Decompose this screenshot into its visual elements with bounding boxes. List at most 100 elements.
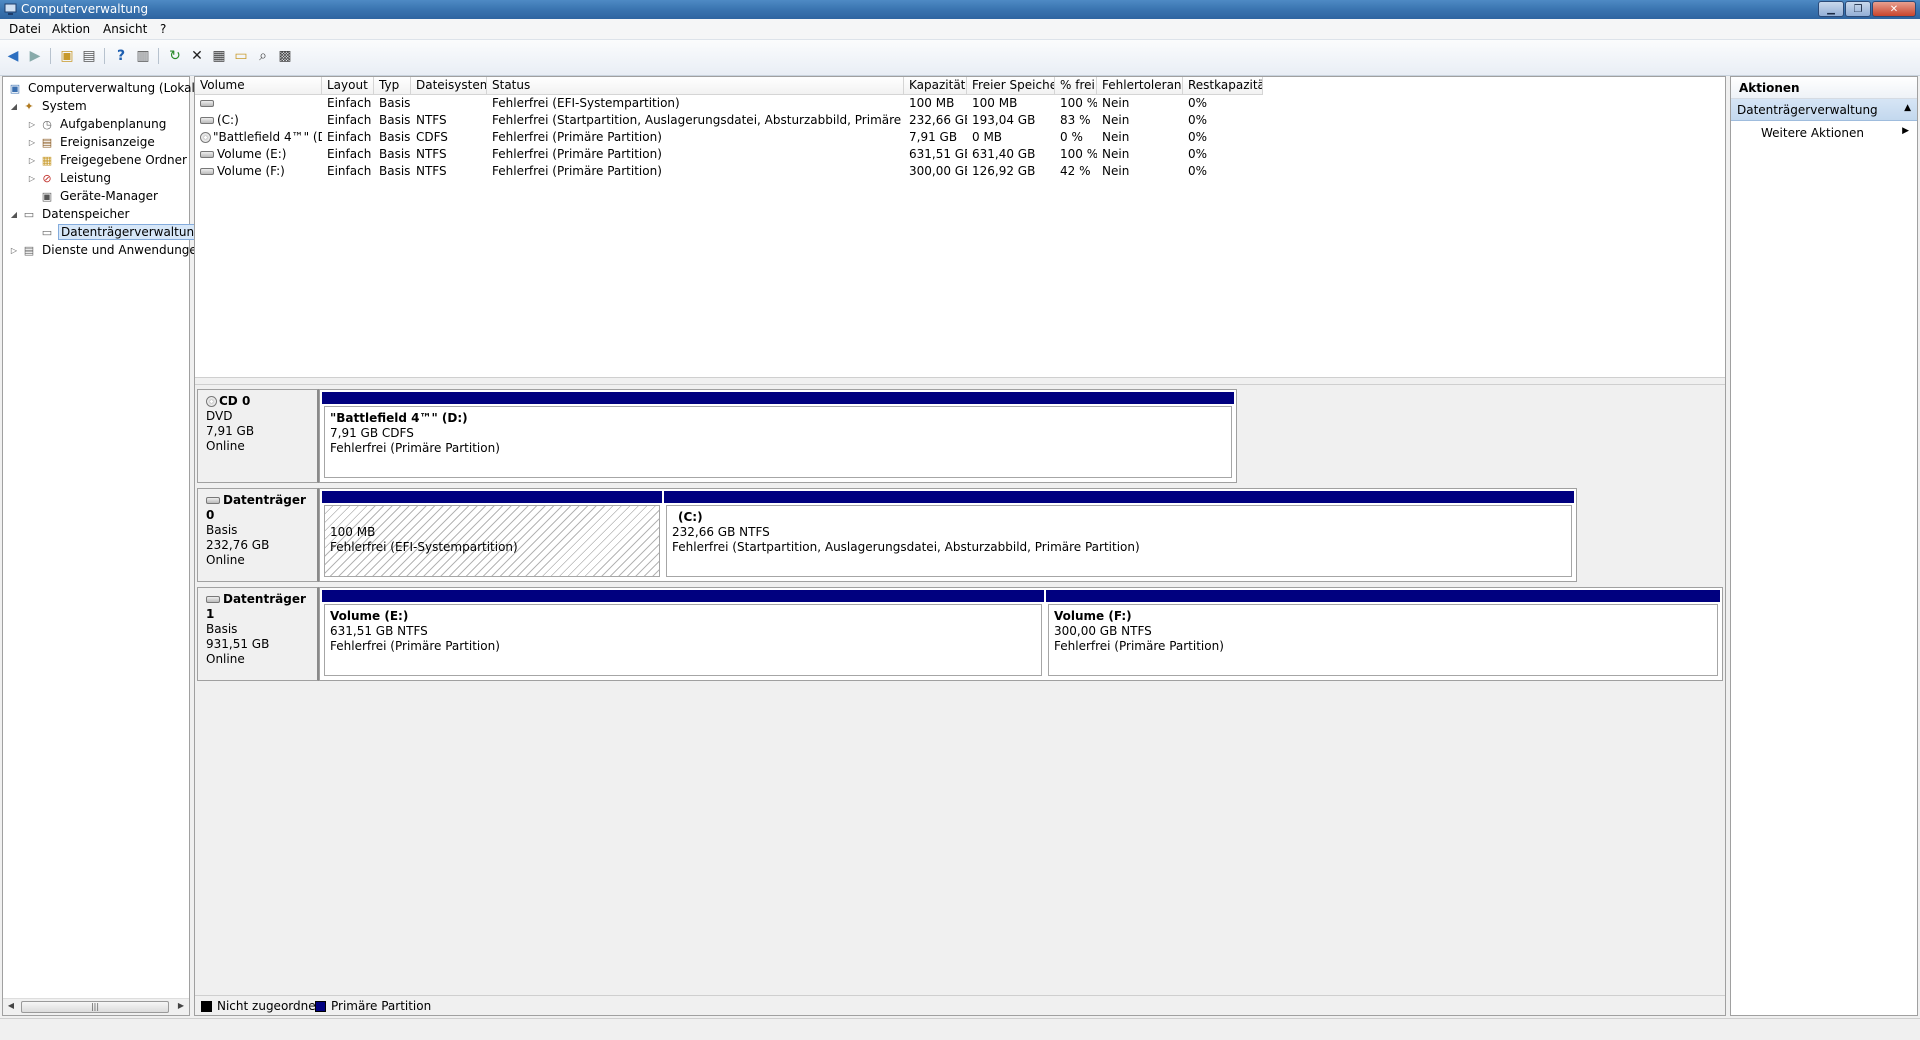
partition-e[interactable]: Volume (E:) 631,51 GB NTFS Fehlerfrei (P… <box>322 590 1044 678</box>
properties-icon[interactable]: ▦ <box>210 47 228 65</box>
column-header-layout[interactable]: Layout <box>322 77 374 95</box>
table-row[interactable]: (C:) Einfach Basis NTFS Fehlerfrei (Star… <box>195 112 1725 129</box>
expand-arrow-icon[interactable]: ▷ <box>27 174 37 183</box>
disk-frame-disk1: Volume (E:) 631,51 GB NTFS Fehlerfrei (P… <box>319 587 1723 681</box>
fehlertoleranz-cell: Nein <box>1102 164 1130 178</box>
column-header-fehlertoleranz[interactable]: Fehlertoleranz <box>1097 77 1183 95</box>
navigation-tree: ▣ Computerverwaltung (Lokal) ◢ ✦ System … <box>2 76 205 1016</box>
scroll-left-icon[interactable]: ◀ <box>5 1001 17 1010</box>
forward-icon[interactable]: ▶ <box>26 47 44 65</box>
submenu-arrow-icon[interactable]: ▶ <box>1902 126 1909 136</box>
scrollbar-thumb[interactable]: ||| <box>21 1001 169 1013</box>
partition-f[interactable]: Volume (F:) 300,00 GB NTFS Fehlerfrei (P… <box>1046 590 1720 678</box>
status-cell: Fehlerfrei (Primäre Partition) <box>492 164 662 178</box>
action-pane-icon[interactable]: ▥ <box>134 47 152 65</box>
disk-label-disk1[interactable]: Datenträger 1 Basis 931,51 GB Online <box>197 587 319 681</box>
expand-arrow-icon[interactable]: ▷ <box>9 246 19 255</box>
collapse-arrow-icon[interactable]: ◢ <box>9 102 19 111</box>
drive-icon <box>200 100 214 107</box>
layout-cell: Einfach <box>327 164 372 178</box>
column-header-volume[interactable]: Volume <box>195 77 322 95</box>
open-folder-icon[interactable]: ▭ <box>232 47 250 65</box>
partition-d[interactable]: "Battlefield 4™" (D:) 7,91 GB CDFS Fehle… <box>322 392 1234 480</box>
column-header-dateisystem[interactable]: Dateisystem <box>411 77 487 95</box>
close-button[interactable]: ✕ <box>1872 1 1916 17</box>
tree-item-freigegebene-ordner[interactable]: ▷ ▦ Freigegebene Ordner <box>27 151 189 169</box>
disk-frame-disk0: 100 MB Fehlerfrei (EFI-Systempartition) … <box>319 488 1577 582</box>
column-header-typ[interactable]: Typ <box>374 77 411 95</box>
partition-body: (C:) 232,66 GB NTFS Fehlerfrei (Startpar… <box>666 505 1572 577</box>
partition-body: "Battlefield 4™" (D:) 7,91 GB CDFS Fehle… <box>324 406 1232 478</box>
menu-aktion[interactable]: Aktion <box>52 22 90 36</box>
table-row[interactable]: Volume (F:) Einfach Basis NTFS Fehlerfre… <box>195 163 1725 180</box>
collapse-up-icon[interactable]: ▲ <box>1904 103 1911 113</box>
column-header-freier-speicher[interactable]: Freier Speicher <box>967 77 1055 95</box>
search-icon[interactable]: ⌕ <box>254 47 272 65</box>
partition-efi[interactable]: 100 MB Fehlerfrei (EFI-Systempartition) <box>322 491 662 579</box>
layout-cell: Einfach <box>327 147 372 161</box>
partition-bar <box>322 491 662 503</box>
column-header-status[interactable]: Status <box>487 77 904 95</box>
partition-bar <box>322 590 1044 602</box>
show-tree-icon[interactable]: ▤ <box>80 47 98 65</box>
kapazitaet-cell: 232,66 GB <box>909 113 967 127</box>
tree-item-datentraegerverwaltung[interactable]: ▭ Datenträgerverwaltung <box>37 223 205 241</box>
expand-arrow-icon[interactable]: ▷ <box>27 120 37 129</box>
table-row[interactable]: Einfach Basis Fehlerfrei (EFI-Systempart… <box>195 95 1725 112</box>
tree-item-dienste-anwendungen[interactable]: ▷ ▤ Dienste und Anwendungen <box>9 241 206 259</box>
tree-item-ereignisanzeige[interactable]: ▷ ▤ Ereignisanzeige <box>27 133 157 151</box>
legend-swatch-unallocated <box>201 1001 212 1012</box>
tree-item-leistung[interactable]: ▷ ⊘ Leistung <box>27 169 113 187</box>
maximize-button[interactable]: ❐ <box>1845 1 1871 17</box>
event-viewer-icon: ▤ <box>41 135 53 149</box>
kapazitaet-cell: 7,91 GB <box>909 130 958 144</box>
back-icon[interactable]: ◀ <box>4 47 22 65</box>
storage-icon: ▭ <box>23 207 35 221</box>
collapse-arrow-icon[interactable]: ◢ <box>9 210 19 219</box>
table-row[interactable]: "Battlefield 4™" (D:) Einfach Basis CDFS… <box>195 129 1725 146</box>
disk-label-disk0[interactable]: Datenträger 0 Basis 232,76 GB Online <box>197 488 319 582</box>
minimize-button[interactable]: ▁ <box>1818 1 1844 17</box>
tree-item-datenspeicher[interactable]: ◢ ▭ Datenspeicher <box>9 205 131 223</box>
restkapazitaet-cell: 0% <box>1188 96 1208 110</box>
partition-c[interactable]: (C:) 232,66 GB NTFS Fehlerfrei (Startpar… <box>664 491 1574 579</box>
cd-drive-icon <box>200 132 211 143</box>
title-bar: Computerverwaltung ▁ ❐ ✕ <box>0 0 1920 19</box>
menu-help[interactable]: ? <box>160 22 166 36</box>
column-header-restkapazitaet[interactable]: Restkapazität <box>1183 77 1263 95</box>
menu-datei[interactable]: Datei <box>9 22 41 36</box>
table-row[interactable]: Volume (E:) Einfach Basis NTFS Fehlerfre… <box>195 146 1725 163</box>
expand-arrow-icon[interactable]: ▷ <box>27 138 37 147</box>
help-icon[interactable]: ? <box>112 47 130 65</box>
delete-icon[interactable]: ✕ <box>188 47 206 65</box>
typ-cell: Basis <box>379 130 411 144</box>
more-actions-link[interactable]: Weitere Aktionen <box>1761 126 1864 140</box>
scroll-right-icon[interactable]: ▶ <box>175 1001 187 1010</box>
pane-splitter[interactable] <box>195 377 1725 385</box>
legend: Nicht zugeordnet Primäre Partition <box>195 995 1725 1015</box>
legend-swatch-primary <box>315 1001 326 1012</box>
tree-item-system[interactable]: ◢ ✦ System <box>9 97 89 115</box>
system-tools-icon: ✦ <box>24 99 34 113</box>
actions-section-header[interactable]: Datenträgerverwaltung ▲ <box>1731 99 1917 121</box>
drive-icon <box>206 596 220 603</box>
menu-ansicht[interactable]: Ansicht <box>103 22 147 36</box>
tree-item-geraete-manager[interactable]: ▣ Geräte-Manager <box>37 187 160 205</box>
expand-arrow-icon[interactable]: ▷ <box>27 156 37 165</box>
column-header-kapazitaet[interactable]: Kapazität <box>904 77 967 95</box>
prozent-frei-cell: 83 % <box>1060 113 1091 127</box>
refresh-icon[interactable]: ↻ <box>166 47 184 65</box>
tree-item-computerverwaltung[interactable]: ▣ Computerverwaltung (Lokal) <box>5 79 202 97</box>
volume-cell <box>195 95 322 112</box>
up-folder-icon[interactable]: ▣ <box>58 47 76 65</box>
status-cell: Fehlerfrei (Primäre Partition) <box>492 147 662 161</box>
settings-icon[interactable]: ▩ <box>276 47 294 65</box>
restkapazitaet-cell: 0% <box>1188 147 1208 161</box>
disk-label-cd0[interactable]: CD 0 DVD 7,91 GB Online <box>197 389 319 483</box>
column-header-prozent-frei[interactable]: % frei <box>1055 77 1097 95</box>
tree-horizontal-scrollbar[interactable]: ◀ ||| ▶ <box>3 998 189 1015</box>
layout-cell: Einfach <box>327 113 372 127</box>
partition-bar <box>664 491 1574 503</box>
freier-speicher-cell: 126,92 GB <box>972 164 1036 178</box>
tree-item-aufgabenplanung[interactable]: ▷ ◷ Aufgabenplanung <box>27 115 168 133</box>
